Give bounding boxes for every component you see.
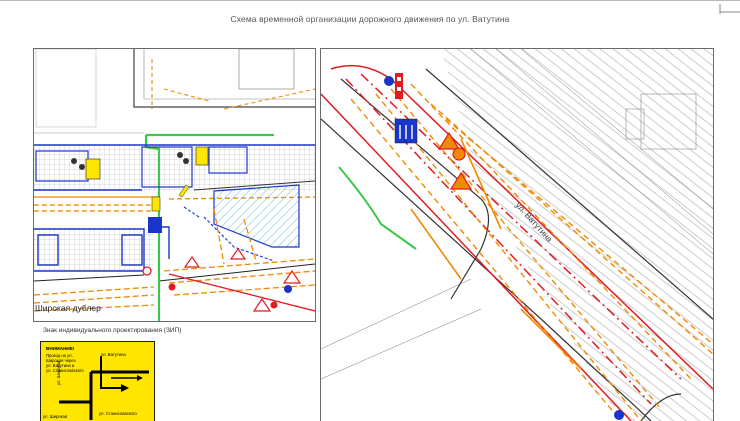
scheme-sheet: Схема временной организации дорожного дв…	[0, 0, 740, 421]
intersection-plan-panel: Широкая дублер	[33, 48, 316, 322]
custom-sign-road-bottom-left: ул. Широкая	[43, 414, 68, 419]
street-plan-panel: ул. Ватутина	[320, 48, 714, 421]
page-top-border	[0, 0, 740, 1]
street-label-shirokaya-dubler: Широкая дублер	[35, 303, 101, 313]
custom-sign-road-left: ул. Широкая	[56, 360, 61, 385]
custom-sign: ВНИМАНИЕ! Проезд на ул. Широкая через ул…	[40, 341, 155, 421]
document-title: Схема временной организации дорожного дв…	[230, 14, 510, 24]
custom-sign-road-bottom: ул. Станиславского	[99, 411, 137, 416]
street-plan-drawing	[321, 49, 713, 421]
custom-sign-road-top: ул. Ватутина	[101, 352, 126, 357]
custom-sign-caption: Знак индивидуального проектирования (ЗИП…	[43, 327, 182, 334]
intersection-plan-drawing	[34, 49, 315, 321]
